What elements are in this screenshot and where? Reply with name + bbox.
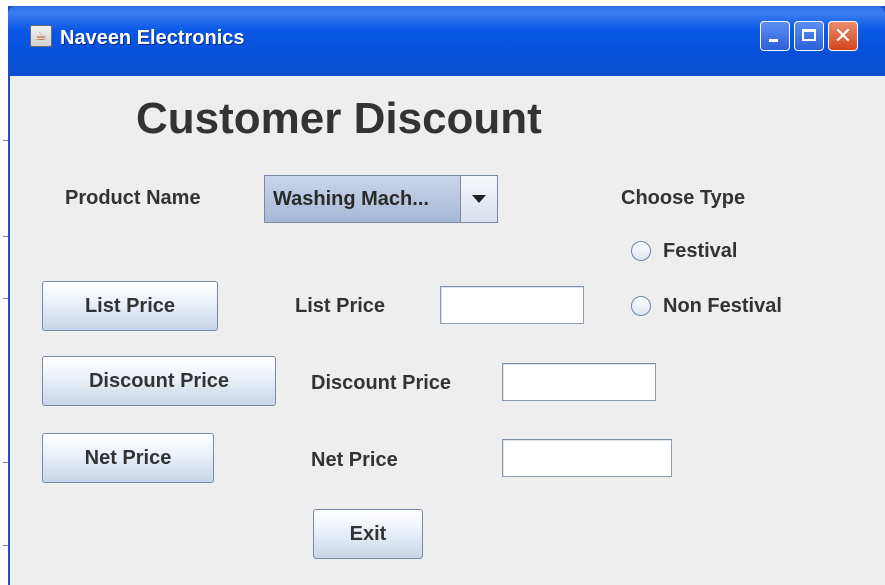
- maximize-icon: [802, 29, 816, 41]
- non-festival-radio-label[interactable]: Non Festival: [663, 295, 782, 318]
- client-area: Customer Discount Product Name Washing M…: [10, 76, 885, 585]
- festival-radio-label[interactable]: Festival: [663, 240, 737, 263]
- close-button[interactable]: ✕: [828, 21, 858, 51]
- discount-price-label: Discount Price: [311, 372, 452, 394]
- page-title: Customer Discount: [136, 94, 542, 143]
- list-price-label: List Price: [295, 295, 386, 317]
- list-price-field[interactable]: [440, 286, 584, 324]
- chevron-down-icon: [472, 195, 486, 203]
- product-name-label: Product Name: [65, 187, 201, 209]
- java-coffee-icon[interactable]: ☕: [30, 25, 52, 47]
- choose-type-label: Choose Type: [621, 187, 746, 209]
- product-selected-value: Washing Mach...: [273, 188, 429, 210]
- net-price-label: Net Price: [311, 449, 398, 471]
- discount-price-field[interactable]: [502, 363, 656, 401]
- app-window: ☕ Naveen Electronics ✕ Customer Discount…: [8, 6, 885, 585]
- net-price-field[interactable]: [502, 439, 672, 477]
- list-price-button[interactable]: List Price: [42, 281, 218, 331]
- discount-price-button[interactable]: Discount Price: [42, 356, 276, 406]
- close-icon: ✕: [833, 23, 853, 48]
- net-price-button[interactable]: Net Price: [42, 433, 214, 483]
- window-title: Naveen Electronics: [60, 27, 245, 49]
- festival-radio[interactable]: [631, 241, 651, 261]
- minimize-icon: [769, 39, 778, 42]
- product-combobox[interactable]: Washing Mach...: [264, 175, 498, 223]
- exit-button[interactable]: Exit: [313, 509, 423, 559]
- minimize-button[interactable]: [760, 21, 790, 51]
- maximize-button[interactable]: [794, 21, 824, 51]
- combobox-dropdown-button[interactable]: [460, 176, 497, 222]
- non-festival-radio[interactable]: [631, 296, 651, 316]
- title-bar[interactable]: ☕ Naveen Electronics ✕: [8, 6, 885, 76]
